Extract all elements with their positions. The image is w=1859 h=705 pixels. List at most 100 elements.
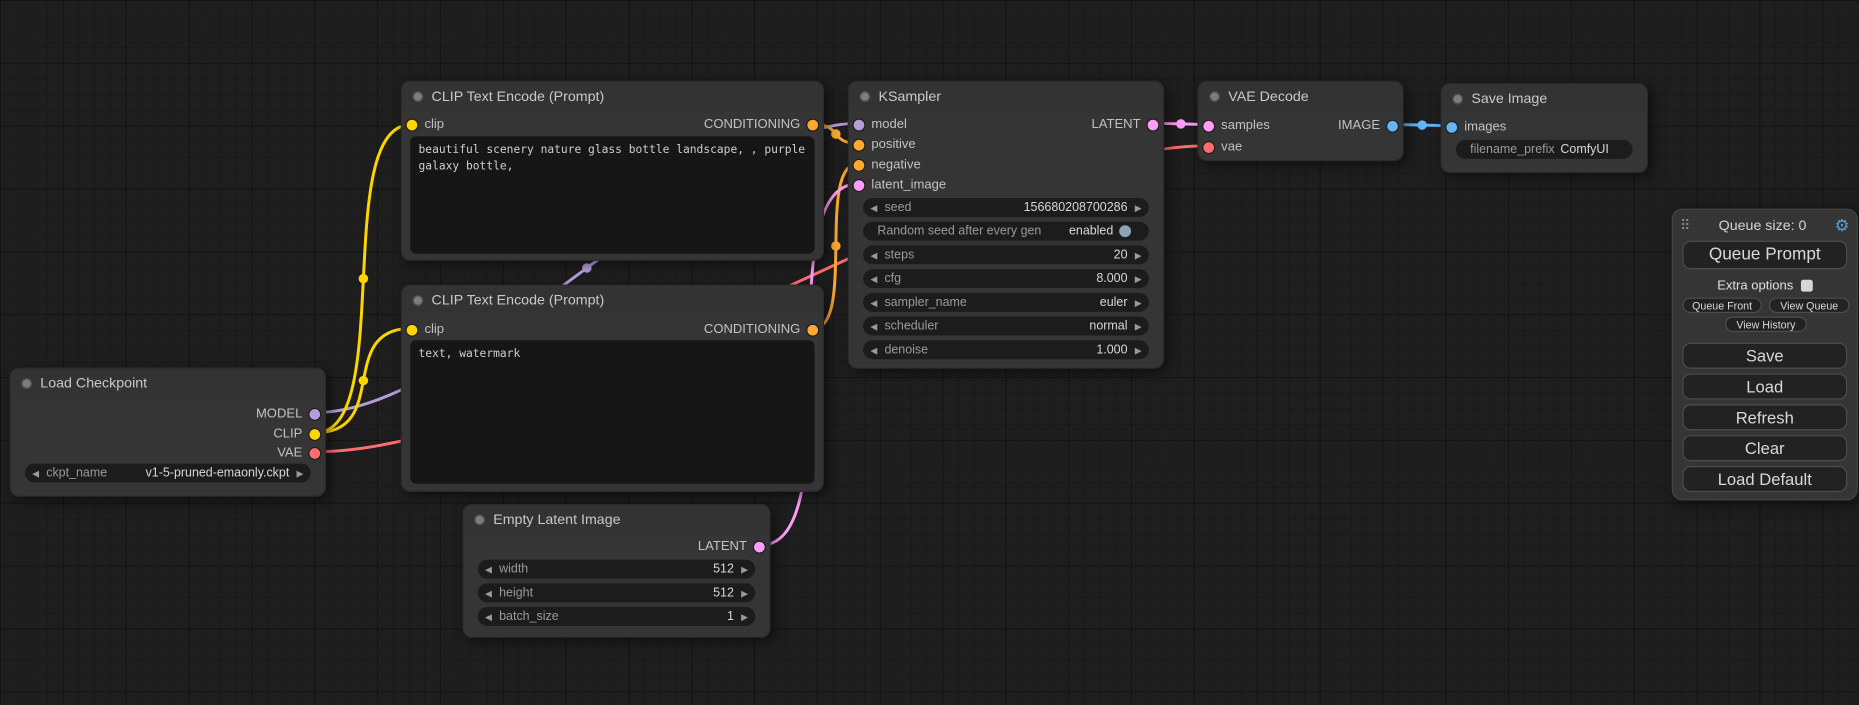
increment-arrow-icon[interactable]: ▶ [289, 468, 310, 479]
increment-arrow-icon[interactable]: ▶ [734, 564, 755, 575]
collapse-dot-icon[interactable] [860, 91, 871, 102]
queue-front-button[interactable]: Queue Front [1682, 298, 1761, 313]
node-save-image[interactable]: Save Image images filename_prefix ComfyU… [1441, 83, 1648, 173]
node-title-bar[interactable]: Save Image [1442, 84, 1647, 112]
toggle-dot-icon[interactable] [1119, 225, 1131, 237]
increment-arrow-icon[interactable]: ▶ [1128, 344, 1149, 355]
clip-input-dot[interactable] [407, 324, 418, 335]
negative-prompt-textarea[interactable]: text, watermark [410, 340, 814, 483]
decrement-arrow-icon[interactable]: ◀ [863, 297, 884, 308]
conditioning-output-dot[interactable] [807, 119, 818, 130]
refresh-button[interactable]: Refresh [1682, 404, 1847, 430]
seed-widget[interactable]: ◀ seed 156680208700286 ▶ [863, 198, 1149, 217]
widget-label: denoise [884, 343, 928, 357]
positive-prompt-textarea[interactable]: beautiful scenery nature glass bottle la… [410, 136, 814, 253]
drag-handle-icon[interactable]: ⠿ [1680, 217, 1690, 234]
vae-output-dot[interactable] [309, 448, 320, 459]
collapse-dot-icon[interactable] [21, 378, 32, 389]
decrement-arrow-icon[interactable]: ◀ [863, 202, 884, 213]
decrement-arrow-icon[interactable]: ◀ [25, 468, 46, 479]
latent-output-dot[interactable] [1148, 119, 1159, 130]
node-title-bar[interactable]: VAE Decode [1199, 82, 1403, 110]
increment-arrow-icon[interactable]: ▶ [1128, 321, 1149, 332]
node-load-checkpoint[interactable]: Load Checkpoint MODEL CLIP VAE ◀ ckpt_na… [9, 368, 326, 497]
vae-input-dot[interactable] [1203, 142, 1214, 153]
node-title-bar[interactable]: Empty Latent Image [464, 505, 770, 533]
steps-widget[interactable]: ◀ steps 20 ▶ [863, 245, 1149, 264]
node-clip-text-encode-positive[interactable]: CLIP Text Encode (Prompt) clip CONDITION… [401, 81, 824, 261]
scheduler-widget[interactable]: ◀ scheduler normal ▶ [863, 317, 1149, 336]
settings-gear-icon[interactable]: ⚙ [1835, 215, 1850, 235]
cfg-widget[interactable]: ◀ cfg 8.000 ▶ [863, 269, 1149, 288]
clip-input-dot[interactable] [407, 119, 418, 130]
batch-size-widget[interactable]: ◀ batch_size 1 ▶ [478, 607, 755, 626]
collapse-dot-icon[interactable] [413, 91, 424, 102]
node-title-bar[interactable]: CLIP Text Encode (Prompt) [402, 82, 823, 110]
latent-image-input-dot[interactable] [854, 180, 865, 191]
slot-label: positive [871, 138, 915, 152]
extra-options-checkbox[interactable] [1800, 279, 1812, 291]
clip-output-dot[interactable] [309, 429, 320, 440]
increment-arrow-icon[interactable]: ▶ [734, 611, 755, 622]
decrement-arrow-icon[interactable]: ◀ [863, 273, 884, 284]
node-clip-text-encode-negative[interactable]: CLIP Text Encode (Prompt) clip CONDITION… [401, 285, 824, 492]
node-title-bar[interactable]: CLIP Text Encode (Prompt) [402, 286, 823, 314]
width-widget[interactable]: ◀ width 512 ▶ [478, 560, 755, 579]
link-midpoint-dot [359, 274, 368, 283]
slot-label: IMAGE [1338, 119, 1380, 133]
slot-label: negative [871, 158, 920, 172]
input-slot-vae: vae [1203, 139, 1242, 156]
output-slot-latent: LATENT [1092, 116, 1159, 133]
random-seed-toggle-widget[interactable]: Random seed after every gen enabled [863, 222, 1149, 241]
widget-label: height [499, 586, 533, 600]
decrement-arrow-icon[interactable]: ◀ [863, 250, 884, 261]
decrement-arrow-icon[interactable]: ◀ [478, 564, 499, 575]
collapse-dot-icon[interactable] [1209, 91, 1220, 102]
increment-arrow-icon[interactable]: ▶ [1128, 202, 1149, 213]
height-widget[interactable]: ◀ height 512 ▶ [478, 583, 755, 602]
slot-label: clip [424, 117, 444, 131]
node-empty-latent-image[interactable]: Empty Latent Image LATENT ◀ width 512 ▶ … [462, 504, 770, 638]
increment-arrow-icon[interactable]: ▶ [1128, 297, 1149, 308]
clear-button[interactable]: Clear [1682, 435, 1847, 461]
node-graph-canvas[interactable]: Load Checkpoint MODEL CLIP VAE ◀ ckpt_na… [0, 0, 1859, 705]
view-queue-button[interactable]: View Queue [1769, 298, 1850, 313]
decrement-arrow-icon[interactable]: ◀ [863, 321, 884, 332]
comfy-menu-panel[interactable]: ⠿ Queue size: 0 ⚙ Queue Prompt Extra opt… [1672, 209, 1858, 501]
increment-arrow-icon[interactable]: ▶ [1128, 250, 1149, 261]
denoise-widget[interactable]: ◀ denoise 1.000 ▶ [863, 340, 1149, 359]
decrement-arrow-icon[interactable]: ◀ [478, 611, 499, 622]
negative-input-dot[interactable] [854, 159, 865, 170]
output-slot-conditioning: CONDITIONING [704, 321, 818, 338]
node-title-bar[interactable]: KSampler [849, 82, 1163, 110]
view-history-button[interactable]: View History [1725, 317, 1807, 332]
node-vae-decode[interactable]: VAE Decode samples vae IMAGE [1197, 81, 1403, 162]
increment-arrow-icon[interactable]: ▶ [734, 587, 755, 598]
filename-prefix-widget[interactable]: filename_prefix ComfyUI [1456, 140, 1633, 159]
collapse-dot-icon[interactable] [1452, 93, 1463, 104]
conditioning-output-dot[interactable] [807, 324, 818, 335]
ckpt-name-widget[interactable]: ◀ ckpt_name v1-5-pruned-emaonly.ckpt ▶ [25, 464, 311, 483]
collapse-dot-icon[interactable] [413, 295, 424, 306]
load-button[interactable]: Load [1682, 373, 1847, 399]
samples-input-dot[interactable] [1203, 120, 1214, 131]
images-input-dot[interactable] [1446, 122, 1457, 133]
decrement-arrow-icon[interactable]: ◀ [478, 587, 499, 598]
node-ksampler[interactable]: KSampler model positive negative latent_… [848, 81, 1165, 369]
positive-input-dot[interactable] [854, 139, 865, 150]
save-button[interactable]: Save [1682, 343, 1847, 369]
node-title: VAE Decode [1228, 88, 1308, 105]
model-input-dot[interactable] [854, 119, 865, 130]
node-title-bar[interactable]: Load Checkpoint [11, 369, 325, 397]
load-default-button[interactable]: Load Default [1682, 466, 1847, 492]
latent-output-dot[interactable] [754, 541, 765, 552]
sampler-name-widget[interactable]: ◀ sampler_name euler ▶ [863, 293, 1149, 312]
node-title: CLIP Text Encode (Prompt) [432, 88, 605, 105]
increment-arrow-icon[interactable]: ▶ [1128, 273, 1149, 284]
decrement-arrow-icon[interactable]: ◀ [863, 344, 884, 355]
image-output-dot[interactable] [1387, 120, 1398, 131]
queue-prompt-button[interactable]: Queue Prompt [1682, 241, 1847, 269]
model-output-dot[interactable] [309, 408, 320, 419]
collapse-dot-icon[interactable] [474, 514, 485, 525]
slot-label: latent_image [871, 178, 946, 192]
